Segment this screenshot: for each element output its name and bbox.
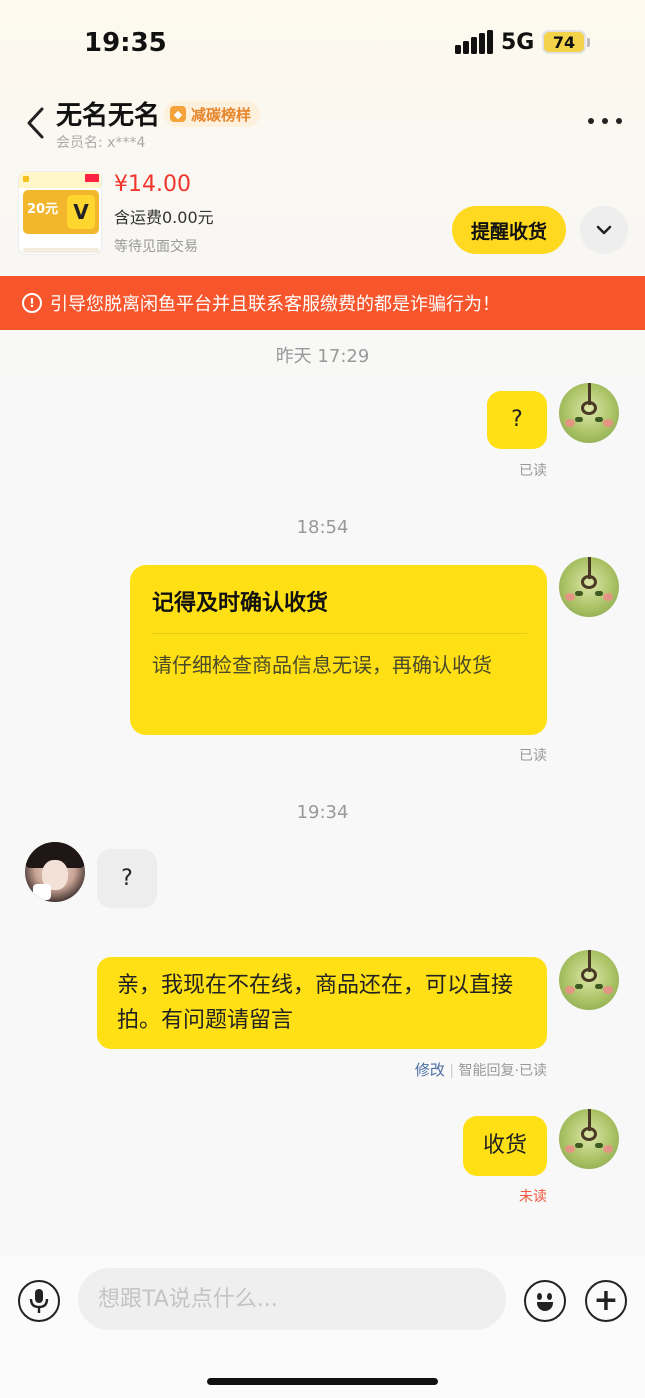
edit-link[interactable]: 修改 [415, 1061, 445, 1079]
unread-status: 未读 [519, 1189, 547, 1205]
message-input[interactable] [78, 1268, 506, 1330]
back-button[interactable] [22, 105, 52, 141]
member-name: 会员名: x***4 [56, 135, 146, 151]
more-dot-icon [602, 118, 608, 124]
more-button[interactable] [588, 118, 622, 126]
home-indicator[interactable] [207, 1378, 438, 1385]
battery-tip [587, 38, 590, 47]
read-status: 已读 [519, 748, 547, 764]
avatar[interactable] [559, 950, 619, 1010]
avatar[interactable] [559, 1109, 619, 1169]
fraud-warning-bar: ! 引导您脱离闲鱼平台并且联系客服缴费的都是诈骗行为！ [0, 276, 645, 330]
timestamp: 19:34 [296, 802, 349, 823]
product-thumbnail[interactable]: 20元 V [18, 171, 102, 255]
shipping-fee: 含运费0.00元 [114, 208, 214, 227]
avatar[interactable] [559, 557, 619, 617]
timestamp: 昨天 17:29 [275, 346, 370, 367]
signal-icon [455, 30, 493, 54]
microphone-icon [29, 1289, 49, 1313]
card-divider [152, 633, 527, 634]
order-status: 等待见面交易 [114, 239, 198, 255]
carbon-badge[interactable]: ◆ 减碳榜样 [164, 101, 261, 127]
thumb-amount: 20元 [27, 202, 59, 217]
chevron-left-icon [27, 107, 44, 139]
message-bubble[interactable]: 收货 [463, 1116, 547, 1176]
voice-button[interactable] [18, 1280, 60, 1322]
emoji-eye [537, 1293, 542, 1300]
read-status: 智能回复·已读 [458, 1063, 547, 1079]
thumb-footer [23, 248, 99, 253]
reminder-card[interactable]: 记得及时确认收货 请仔细检查商品信息无误，再确认收货 [130, 565, 547, 735]
message-bubble[interactable]: ? [487, 391, 547, 449]
add-button[interactable]: + [585, 1280, 627, 1322]
avatar[interactable] [559, 383, 619, 443]
chat-title[interactable]: 无名无名 [56, 95, 160, 132]
plus-icon: + [593, 1283, 619, 1318]
battery-level: 74 [552, 32, 576, 52]
network-type: 5G [501, 30, 535, 55]
avatar[interactable] [25, 842, 85, 902]
alert-icon: ! [22, 293, 42, 313]
expand-button[interactable] [580, 206, 628, 254]
badge-label: 减碳榜样 [191, 105, 252, 124]
card-title: 记得及时确认收货 [152, 591, 329, 616]
thumb-ribbon [85, 174, 99, 182]
product-price: ¥14.00 [114, 172, 191, 197]
more-dot-icon [588, 118, 594, 124]
emoji-eye [547, 1293, 552, 1300]
read-status: 已读 [519, 463, 547, 479]
remind-receipt-button[interactable]: 提醒收货 [452, 206, 566, 254]
status-time: 19:35 [84, 28, 167, 58]
card-body: 请仔细检查商品信息无误，再确认收货 [152, 653, 492, 677]
emoji-mouth [537, 1302, 553, 1311]
meituan-logo-icon: V [67, 195, 95, 229]
warning-text: 引导您脱离闲鱼平台并且联系客服缴费的都是诈骗行为！ [50, 294, 500, 315]
battery-icon: 74 [542, 30, 586, 54]
timestamp: 18:54 [296, 517, 349, 538]
status-bar: 19:35 5G 74 [0, 0, 645, 88]
reply-status-row: 修改 | 智能回复·已读 [414, 1061, 547, 1079]
leaf-icon: ◆ [170, 106, 186, 122]
message-bubble[interactable]: ? [97, 849, 157, 908]
more-dot-icon [616, 118, 622, 124]
chevron-down-icon [596, 225, 612, 235]
emoji-button[interactable] [524, 1280, 566, 1322]
message-bubble[interactable]: 亲，我现在不在线，商品还在，可以直接拍。有问题请留言 [97, 957, 547, 1049]
